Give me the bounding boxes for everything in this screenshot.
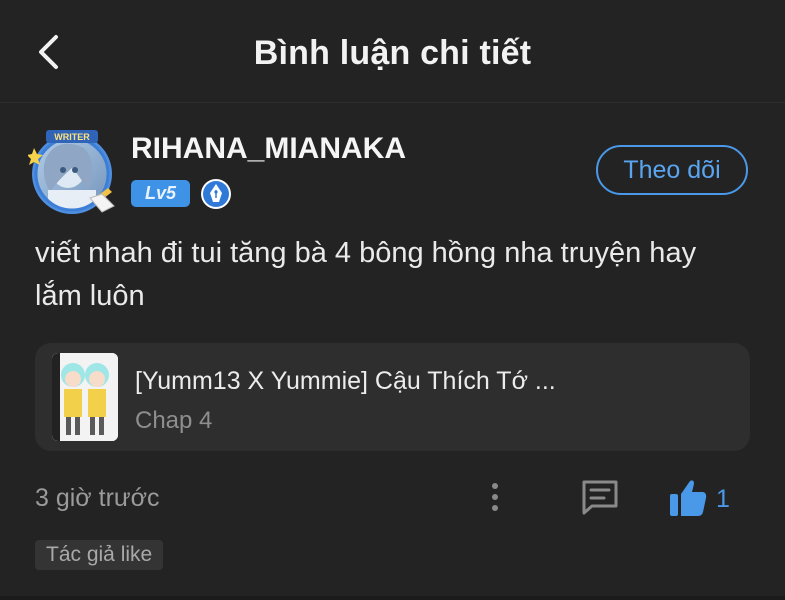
story-cover-image (52, 353, 118, 441)
thumbs-up-icon[interactable] (668, 478, 708, 518)
avatar-writer-badge: WRITER (54, 132, 90, 142)
pen-nib-badge-icon (201, 179, 231, 209)
more-options-icon[interactable] (483, 478, 507, 518)
story-card[interactable]: [Yumm13 X Yummie] Cậu Thích Tớ ... Chap … (35, 343, 750, 451)
comment-timestamp: 3 giờ trước (35, 484, 160, 512)
story-chapter: Chap 4 (135, 407, 213, 434)
top-bar: Bình luận chi tiết (0, 0, 785, 103)
user-avatar[interactable]: WRITER (28, 128, 116, 216)
story-title: [Yumm13 X Yummie] Cậu Thích Tớ ... (135, 367, 556, 395)
page-title: Bình luận chi tiết (253, 34, 532, 72)
level-badge: Lv5 (131, 180, 190, 207)
like-count: 1 (716, 485, 730, 513)
reply-comment-icon[interactable] (580, 478, 620, 516)
follow-button[interactable]: Theo dõi (596, 145, 748, 195)
bottom-divider (0, 596, 785, 600)
username[interactable]: RIHANA_MIANAKA (131, 132, 406, 166)
comment-text: viết nhah đi tui tăng bà 4 bông hồng nha… (35, 237, 697, 312)
author-like-badge: Tác giả like (35, 540, 164, 570)
